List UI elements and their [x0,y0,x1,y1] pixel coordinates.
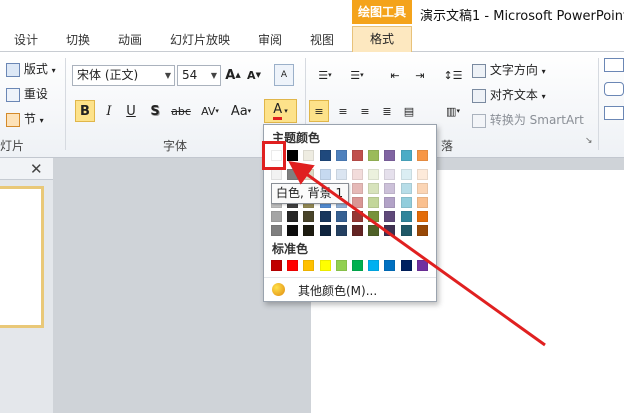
annotation-arrow [288,161,546,347]
